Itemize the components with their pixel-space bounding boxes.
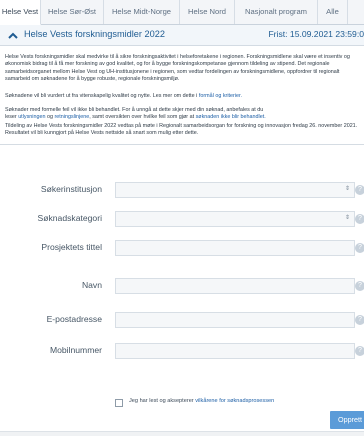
help-icon[interactable]: ?: [355, 281, 364, 291]
deadline-text: Frist: 15.09.2021 23:59:0: [268, 29, 364, 39]
formal-errors-and: og: [46, 114, 53, 121]
label-e-postadresse: E-postadresse: [46, 314, 102, 324]
formal-errors-text: Søknader med formelle feil vil ikke bli …: [5, 107, 264, 113]
guidelines-link[interactable]: retningslinjene: [54, 114, 89, 120]
not-processed-link[interactable]: søknaden ikke blir behandlet.: [196, 114, 266, 120]
label-mobilnummer: Mobilnummer: [49, 345, 102, 355]
tab-helse-nord[interactable]: Helse Nord: [180, 0, 235, 24]
criteria-paragraph: Søknadene vil bli vurdert ut fra vitensk…: [5, 93, 363, 100]
mobilnummer-input[interactable]: [115, 343, 355, 359]
create-button[interactable]: Opprett: [330, 411, 364, 429]
application-form-page: Helse Vest Helse Sør-Øst Helse Midt-Norg…: [0, 0, 364, 436]
consent-text: Jeg har lest og aksepterer: [129, 398, 194, 404]
terms-link[interactable]: vilkårene for søknadsprosessen: [195, 398, 274, 404]
navn-input[interactable]: [115, 278, 355, 294]
select-arrows-icon[interactable]: ⇕: [345, 214, 350, 221]
announcement-link[interactable]: utlysningen: [18, 114, 45, 120]
tab-helse-midt-norge[interactable]: Helse Midt-Norge: [104, 0, 180, 24]
label-sokerinstitusjon: Søkerinstitusjon: [40, 184, 102, 194]
horizontal-scrollbar[interactable]: [0, 431, 364, 436]
formal-errors-text-2: leser: [5, 114, 17, 121]
help-icon[interactable]: ?: [355, 214, 364, 224]
consent-label: Jeg har lest og aksepterer vilkårene for…: [129, 398, 274, 404]
help-icon[interactable]: ?: [355, 346, 364, 356]
help-icon[interactable]: ?: [355, 243, 364, 253]
tab-helse-sor-ost[interactable]: Helse Sør-Øst: [41, 0, 104, 24]
allocation-paragraph: Tildeling av Helse Vests forskningsmidle…: [5, 123, 358, 137]
tab-nasjonalt-program[interactable]: Nasjonalt program: [235, 0, 318, 24]
help-icon[interactable]: ?: [355, 185, 364, 195]
tab-helse-vest[interactable]: Helse Vest: [0, 0, 41, 25]
formal-errors-text-3: , samt oversikten over hvilke feil som g…: [89, 114, 195, 121]
section-header[interactable]: Helse Vests forskningsmidler 2022 Frist:…: [0, 25, 364, 46]
soknadskategori-select[interactable]: [115, 211, 355, 227]
sokerinstitusjon-select[interactable]: [115, 182, 355, 198]
intro-paragraph: Helse Vests forskningsmidler skal medvir…: [5, 54, 350, 83]
tab-alle[interactable]: Alle: [318, 0, 348, 24]
criteria-text: Søknadene vil bli vurdert ut fra vitensk…: [5, 93, 198, 99]
label-soknadskategori: Søknadskategori: [37, 213, 103, 223]
select-arrows-icon[interactable]: ⇕: [345, 185, 350, 192]
e-postadresse-input[interactable]: [115, 312, 355, 328]
formal-errors-paragraph: Søknader med formelle feil vil ikke bli …: [5, 107, 363, 122]
consent-checkbox[interactable]: [115, 399, 123, 407]
label-prosjektets-tittel: Prosjektets tittel: [41, 242, 102, 252]
page-title: Helse Vests forskningsmidler 2022: [24, 29, 165, 39]
help-icon[interactable]: ?: [355, 315, 364, 325]
criteria-link[interactable]: formål og kriterier.: [199, 93, 242, 99]
chevron-up-icon[interactable]: [7, 29, 19, 41]
label-navn: Navn: [81, 280, 102, 290]
divider: [0, 144, 364, 145]
region-tabs: Helse Vest Helse Sør-Øst Helse Midt-Norg…: [0, 0, 364, 25]
prosjektets-tittel-input[interactable]: [115, 240, 355, 256]
